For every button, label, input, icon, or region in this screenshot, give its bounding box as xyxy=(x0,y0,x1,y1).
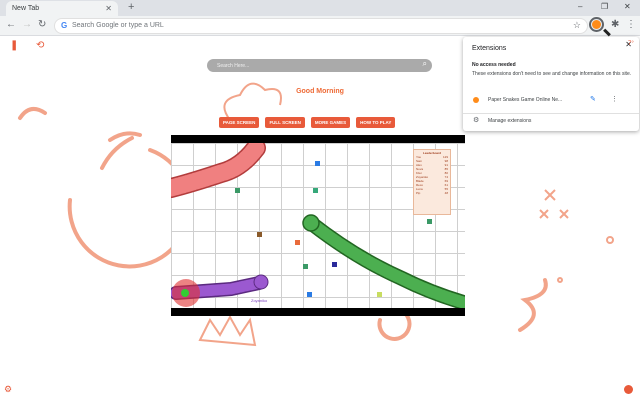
game-canvas[interactable]: Zoyaniko Leaderboard You 129 Sam 98 Alex 91 No… xyxy=(171,143,465,308)
weather-temp: 7° xyxy=(628,41,634,47)
divider xyxy=(463,113,639,114)
close-window-button[interactable]: ✕ xyxy=(624,2,631,11)
more-games-button[interactable]: MORE GAMES xyxy=(310,117,351,128)
no-access-description: These extensions don't need to see and c… xyxy=(472,71,632,77)
crown-doodle xyxy=(198,314,257,347)
swirl-doodle xyxy=(100,131,142,170)
page-screen-button[interactable]: PAGE SCREEN xyxy=(219,117,260,128)
purple-snake-head xyxy=(253,274,269,290)
food-dot xyxy=(257,232,262,237)
leaderboard-row: Pip 48 xyxy=(414,191,450,195)
green-pellet xyxy=(181,289,189,297)
tab-close-icon[interactable]: ✕ xyxy=(105,4,112,13)
manage-extensions-link[interactable]: Manage extensions xyxy=(488,118,531,124)
back-icon[interactable]: ← xyxy=(6,19,16,30)
food-dot xyxy=(235,188,240,193)
food-dot xyxy=(315,161,320,166)
new-tab-button[interactable]: + xyxy=(128,1,134,13)
maximize-button[interactable]: ❐ xyxy=(601,2,608,11)
food-dot xyxy=(313,188,318,193)
omnibox-placeholder: Search Google or type a URL xyxy=(72,22,164,29)
tab-title: New Tab xyxy=(12,5,40,12)
extension-orange-icon xyxy=(592,20,601,29)
menu-icon[interactable]: ⋮ xyxy=(626,19,636,30)
food-dot xyxy=(303,264,308,269)
forward-icon[interactable]: → xyxy=(22,19,32,30)
extensions-panel-title: Extensions xyxy=(472,45,507,52)
game-button-row: PAGE SCREEN FULL SCREEN MORE GAMES HOW T… xyxy=(219,117,396,128)
game-frame[interactable]: Zoyaniko Leaderboard You 129 Sam 98 Alex 91 No… xyxy=(171,135,465,316)
red-snake xyxy=(171,143,265,197)
extension-item[interactable]: Paper Snakes Game Online Ne... ✎ ⋮ xyxy=(463,94,639,106)
search-icon[interactable]: ⌕ xyxy=(423,59,427,69)
player-label: Zoyaniko xyxy=(251,298,268,303)
food-dot xyxy=(427,219,432,224)
small-swirl-doodle xyxy=(18,107,47,120)
extension-logo-icon xyxy=(473,97,479,103)
full-screen-button[interactable]: FULL SCREEN xyxy=(265,117,305,128)
bookmark-icon[interactable]: ❚ xyxy=(10,40,18,51)
puzzle-icon[interactable]: ✱ xyxy=(611,19,619,30)
reload-icon[interactable]: ↻ xyxy=(38,19,46,30)
tab-strip: New Tab ✕ + – ❐ ✕ xyxy=(0,0,640,16)
leaderboard-name: Pip xyxy=(416,191,421,195)
tab-new-tab[interactable]: New Tab ✕ xyxy=(6,1,118,16)
how-to-play-button[interactable]: HOW TO PLAY xyxy=(356,117,396,128)
cross-doodle xyxy=(539,189,569,219)
minimize-button[interactable]: – xyxy=(578,2,582,11)
green-snake-head xyxy=(302,214,320,232)
leaderboard-score: 48 xyxy=(444,191,448,195)
lightning-doodle xyxy=(518,278,548,332)
browser-toolbar: ← → ↻ G Search Google or type a URL ☆ xyxy=(0,16,640,36)
more-icon[interactable]: ⋮ xyxy=(611,95,618,103)
gear-icon[interactable]: ⚙ xyxy=(473,116,479,124)
extension-name: Paper Snakes Game Online Ne... xyxy=(488,97,563,103)
food-dot xyxy=(332,262,337,267)
history-icon[interactable]: ⟲ xyxy=(36,40,44,51)
extension-icon-button[interactable] xyxy=(589,17,604,32)
food-dot xyxy=(377,292,382,297)
extensions-panel: Extensions ✕ No access needed These exte… xyxy=(463,37,639,131)
google-icon: G xyxy=(61,21,68,30)
page-search-input[interactable] xyxy=(217,60,407,71)
pin-icon[interactable]: ✎ xyxy=(590,95,596,103)
food-dot xyxy=(295,240,300,245)
star-icon[interactable]: ☆ xyxy=(573,20,581,31)
no-access-heading: No access needed xyxy=(472,62,516,68)
settings-gear-icon[interactable]: ⚙ xyxy=(4,384,12,395)
page-search-bar[interactable]: ⌕ xyxy=(207,59,432,72)
leaderboard: Leaderboard You 129 Sam 98 Alex 91 Nova 85 Kiwi 8… xyxy=(413,149,451,215)
omnibox[interactable]: G Search Google or type a URL ☆ xyxy=(54,18,588,34)
food-dot xyxy=(307,292,312,297)
info-circle-icon[interactable] xyxy=(624,385,633,394)
